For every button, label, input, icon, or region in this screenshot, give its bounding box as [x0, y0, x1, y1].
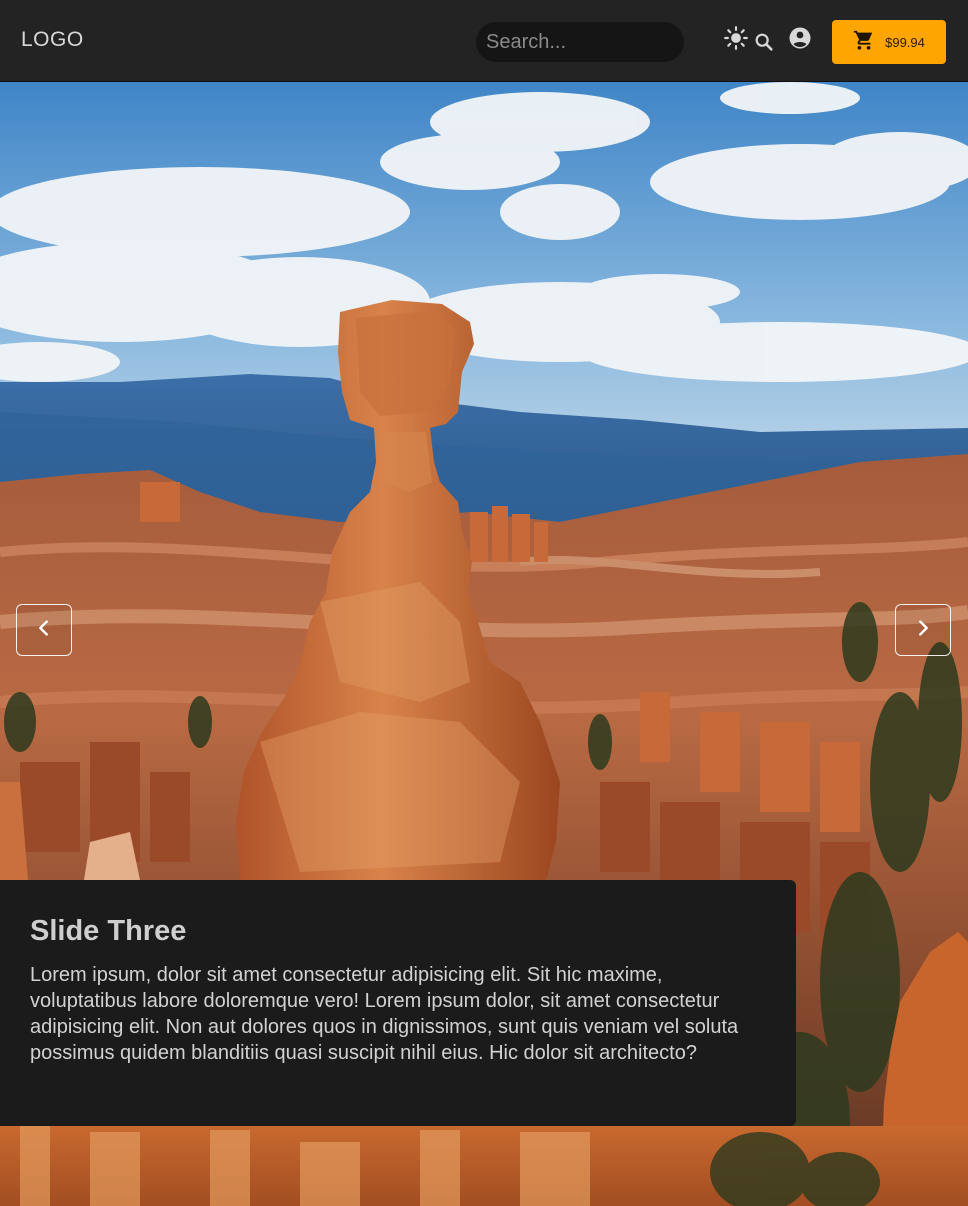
cart-icon [853, 29, 875, 56]
carousel-next-button[interactable] [895, 604, 951, 656]
theme-toggle-button[interactable] [720, 24, 752, 56]
search-bar [476, 22, 773, 62]
search-input[interactable] [476, 22, 753, 62]
cart-total: $99.94 [885, 34, 925, 50]
logo[interactable]: LOGO [21, 28, 84, 52]
hero-carousel: Slide Three Lorem ipsum, dolor sit amet … [0, 82, 968, 1206]
top-navbar: LOGO Search... $99.94 [0, 0, 968, 82]
cart-button[interactable]: $99.94 [832, 20, 946, 64]
carousel-prev-button[interactable] [16, 604, 72, 656]
sun-icon [723, 25, 749, 56]
chevron-right-icon [912, 617, 934, 644]
chevron-left-icon [33, 617, 55, 644]
page: LOGO Search... $99.94 Slide Three Lorem … [0, 0, 968, 1206]
slide-title: Slide Three [30, 915, 187, 947]
slide-caption: Slide Three Lorem ipsum, dolor sit amet … [0, 880, 796, 1126]
account-circle-icon [788, 26, 812, 55]
slide-description: Lorem ipsum, dolor sit amet consectetur … [30, 964, 739, 1064]
account-button[interactable] [784, 24, 816, 56]
search-icon[interactable] [753, 22, 775, 62]
